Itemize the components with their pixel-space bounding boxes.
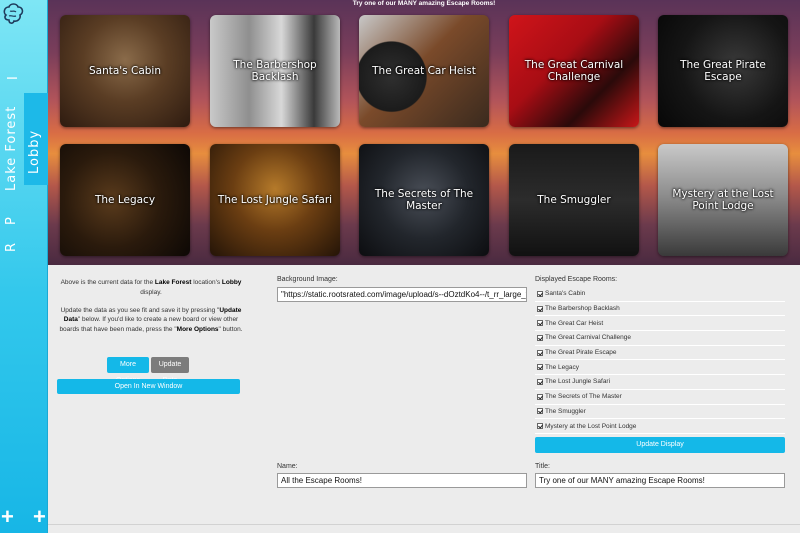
room-checkbox[interactable] xyxy=(537,349,543,356)
list-item[interactable]: The Great Car Heist xyxy=(535,316,785,332)
room-checkbox-label: The Barbershop Backlash xyxy=(545,305,620,313)
background-image-input[interactable]: "https://static.rootsrated.com/image/upl… xyxy=(277,287,527,302)
info-text-fragment: Above is the current data for the xyxy=(60,279,155,286)
sidebar-item-p[interactable]: P xyxy=(4,216,19,225)
room-checkbox-label: The Great Car Heist xyxy=(545,319,604,327)
sidebar-location-label[interactable]: Lake Forest xyxy=(4,106,19,191)
room-tile-great-carnival-challenge[interactable]: The Great Carnival Challenge xyxy=(509,15,639,127)
room-tile-smuggler[interactable]: The Smuggler xyxy=(509,144,639,256)
board-title: Try one of our MANY amazing Escape Rooms… xyxy=(352,0,496,7)
room-checkbox-label: The Great Carnival Challenge xyxy=(545,334,631,342)
info-text: Above is the current data for the Lake F… xyxy=(54,278,248,343)
add-board-button[interactable]: + xyxy=(33,506,46,528)
background-image-label: Background Image: xyxy=(277,276,338,283)
brain-logo-icon[interactable] xyxy=(2,2,24,28)
divider xyxy=(48,524,800,525)
list-item[interactable]: The Great Carnival Challenge xyxy=(535,331,785,346)
room-checkbox[interactable] xyxy=(537,408,543,415)
room-tile-label: The Great Pirate Escape xyxy=(680,58,766,83)
room-checkbox-label: Mystery at the Lost Point Lodge xyxy=(545,422,637,430)
room-tile-label: The Secrets of The Master xyxy=(374,187,474,212)
room-checkbox-label: Santa's Cabin xyxy=(545,290,586,298)
room-tile-barbershop-backlash[interactable]: The Barbershop Backlash xyxy=(210,15,340,127)
room-checkbox-label: The Secrets of The Master xyxy=(545,393,622,401)
room-tile-label: Santa's Cabin xyxy=(88,64,161,77)
info-paragraph-current-data: Above is the current data for the Lake F… xyxy=(54,278,248,298)
room-tile-label: The Legacy xyxy=(94,193,156,206)
room-tile-lost-jungle-safari[interactable]: The Lost Jungle Safari xyxy=(210,144,340,256)
room-tile-secrets-of-the-master[interactable]: The Secrets of The Master xyxy=(359,144,489,256)
room-checkbox[interactable] xyxy=(537,290,543,297)
info-text-fragment: " button. xyxy=(218,326,243,333)
room-tile-label: The Great Car Heist xyxy=(372,64,476,77)
info-text-fragment: Update the data as you see fit and save … xyxy=(60,306,220,314)
room-checkbox-label: The Great Pirate Escape xyxy=(545,349,617,357)
room-checkbox[interactable] xyxy=(537,423,543,430)
list-item[interactable]: The Great Pirate Escape xyxy=(535,345,785,361)
title-label: Title: xyxy=(535,463,550,470)
room-checkbox[interactable] xyxy=(537,320,543,327)
info-more-options-ref: More Options xyxy=(176,326,219,333)
room-tile-lost-point-lodge[interactable]: Mystery at the Lost Point Lodge xyxy=(658,144,788,256)
update-display-button[interactable]: Update Display xyxy=(535,437,785,453)
displayed-rooms-list: Santa's Cabin The Barbershop Backlash Th… xyxy=(535,287,785,434)
sidebar-item-i[interactable]: I xyxy=(6,75,21,80)
sidebar: I Lake Forest Lobby P R + + xyxy=(0,0,48,533)
room-checkbox-label: The Legacy xyxy=(545,363,579,371)
room-tile-legacy[interactable]: The Legacy xyxy=(60,144,190,256)
list-item[interactable]: The Secrets of The Master xyxy=(535,389,785,405)
list-item[interactable]: Santa's Cabin xyxy=(535,287,785,302)
room-checkbox[interactable] xyxy=(537,393,543,400)
room-checkbox[interactable] xyxy=(537,305,543,312)
room-tile-label: The Lost Jungle Safari xyxy=(217,193,333,206)
board-preview: Try one of our MANY amazing Escape Rooms… xyxy=(48,0,800,265)
room-tile-santas-cabin[interactable]: Santa's Cabin xyxy=(60,15,190,127)
add-location-button[interactable]: + xyxy=(1,506,14,528)
info-text-fragment: display. xyxy=(140,288,162,296)
room-tile-great-pirate-escape[interactable]: The Great Pirate Escape xyxy=(658,15,788,127)
list-item[interactable]: Mystery at the Lost Point Lodge xyxy=(535,419,785,434)
list-item[interactable]: The Legacy xyxy=(535,360,785,376)
update-data-button[interactable]: Update Data xyxy=(151,357,189,384)
displayed-rooms-label: Displayed Escape Rooms: xyxy=(535,276,618,283)
name-label: Name: xyxy=(277,463,298,470)
room-checkbox[interactable] xyxy=(537,334,543,341)
name-input[interactable]: All the Escape Rooms! xyxy=(277,473,527,488)
title-input[interactable]: Try one of our MANY amazing Escape Rooms… xyxy=(535,473,785,488)
info-location: Lake Forest xyxy=(154,279,192,286)
room-tile-label: The Barbershop Backlash xyxy=(233,58,317,83)
sidebar-item-r[interactable]: R xyxy=(4,242,19,252)
room-checkbox-label: The Smuggler xyxy=(545,407,586,415)
list-item[interactable]: The Lost Jungle Safari xyxy=(535,375,785,390)
info-text-fragment: location's xyxy=(191,279,222,286)
open-new-window-button[interactable]: Open In New Window xyxy=(57,379,240,394)
info-paragraph-instructions: Update the data as you see fit and save … xyxy=(54,306,248,335)
room-checkbox-label: The Lost Jungle Safari xyxy=(545,378,611,386)
room-checkbox[interactable] xyxy=(537,378,543,385)
room-tile-label: The Smuggler xyxy=(537,193,611,206)
list-item[interactable]: The Barbershop Backlash xyxy=(535,301,785,317)
info-board: Lobby xyxy=(221,279,242,286)
room-tile-great-car-heist[interactable]: The Great Car Heist xyxy=(359,15,489,127)
room-tile-label: Mystery at the Lost Point Lodge xyxy=(672,187,774,212)
list-item[interactable]: The Smuggler xyxy=(535,404,785,420)
room-checkbox[interactable] xyxy=(537,364,543,371)
sidebar-board-label[interactable]: Lobby xyxy=(27,130,42,174)
more-options-button[interactable]: More Options xyxy=(107,357,149,384)
room-tile-label: The Great Carnival Challenge xyxy=(524,58,624,83)
